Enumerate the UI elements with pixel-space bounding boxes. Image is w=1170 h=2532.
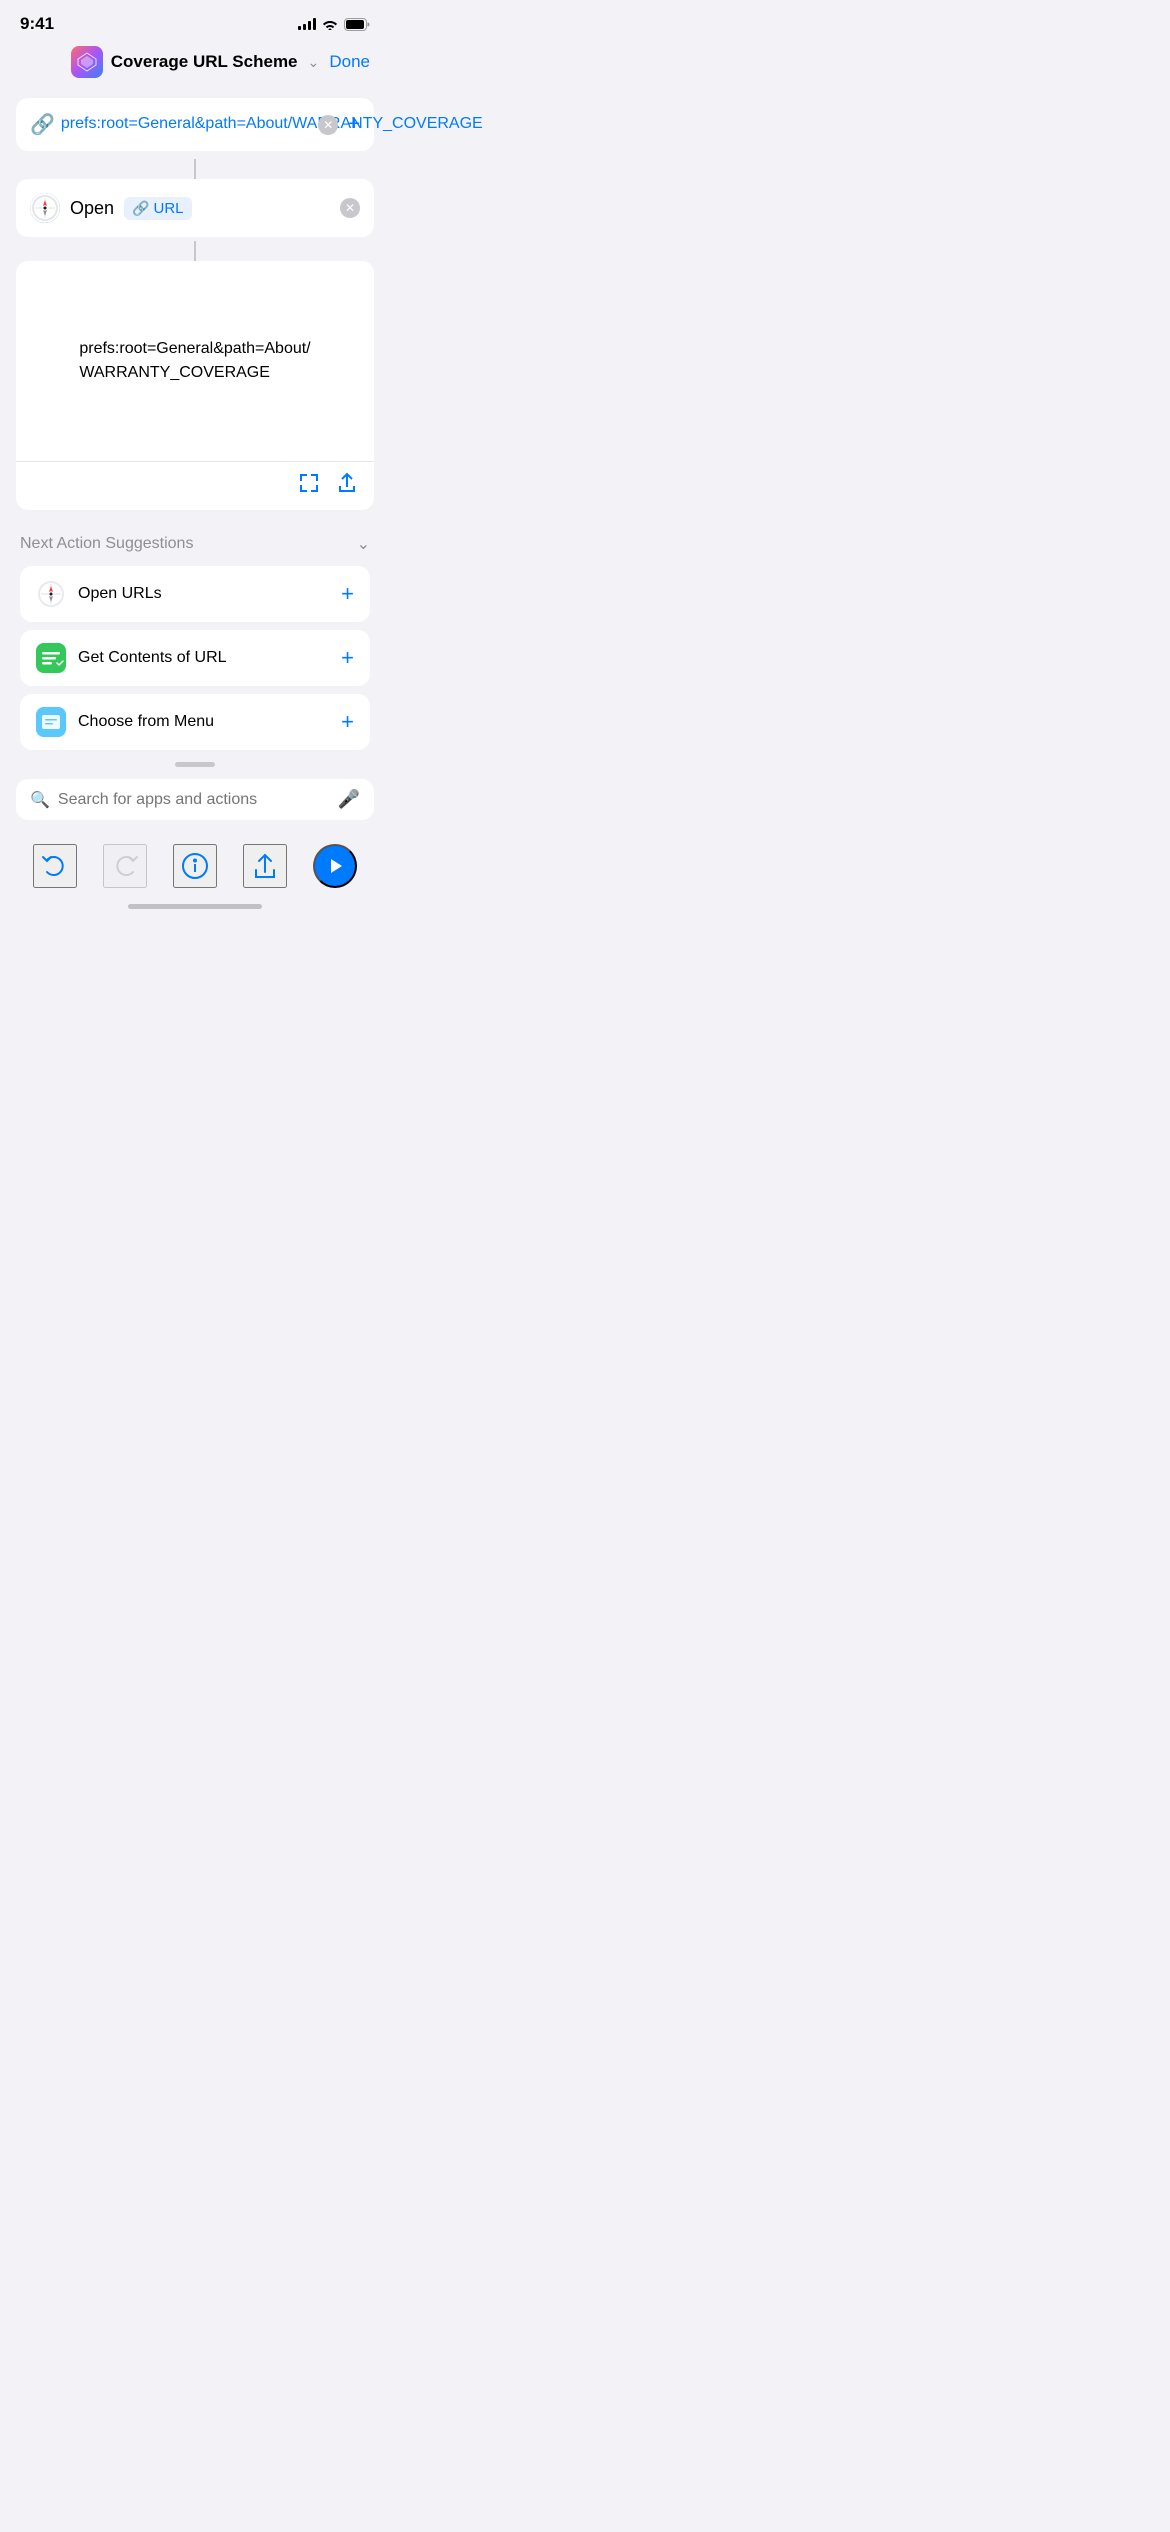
mic-icon[interactable]: 🎤 [338, 789, 360, 810]
info-button[interactable] [173, 844, 217, 888]
safari-icon [30, 193, 60, 223]
battery-icon [344, 18, 370, 31]
done-button[interactable]: Done [329, 52, 370, 72]
suggestion-label-get-contents: Get Contents of URL [78, 649, 329, 667]
search-icon: 🔍 [30, 790, 50, 810]
link-icon: 🔗 [30, 112, 55, 137]
suggestions-header: Next Action Suggestions ⌄ [20, 526, 370, 566]
home-indicator [128, 904, 262, 909]
search-input[interactable] [58, 791, 330, 809]
url-pill[interactable]: 🔗 URL [124, 197, 191, 220]
open-url-card: Open 🔗 URL ✕ [16, 179, 374, 237]
nav-title: Coverage URL Scheme [111, 52, 298, 72]
bottom-toolbar [0, 832, 390, 896]
expand-icon[interactable] [298, 472, 320, 500]
suggestion-label-choose-menu: Choose from Menu [78, 713, 329, 731]
url-pill-text: URL [153, 200, 183, 217]
suggestion-safari-icon [36, 579, 66, 609]
open-url-clear-button[interactable]: ✕ [340, 198, 360, 218]
url-add-button[interactable]: + [348, 113, 360, 136]
nav-title-group: Coverage URL Scheme ⌄ [71, 46, 320, 78]
undo-button[interactable] [33, 844, 77, 888]
signal-icon [298, 18, 316, 30]
open-label: Open [70, 198, 114, 219]
text-preview-body: prefs:root=General&path=About/WARRANTY_C… [16, 261, 374, 461]
url-text[interactable]: prefs:root=General&path=About/WARRANTY_C… [61, 113, 312, 135]
url-pill-link-icon: 🔗 [132, 200, 149, 217]
text-preview-content: prefs:root=General&path=About/WARRANTY_C… [79, 337, 310, 385]
suggestion-get-contents-icon [36, 643, 66, 673]
suggestion-item-get-contents[interactable]: Get Contents of URL + [20, 630, 370, 686]
suggestion-item-choose-menu[interactable]: Choose from Menu + [20, 694, 370, 750]
share-button[interactable] [243, 844, 287, 888]
suggestion-add-open-urls[interactable]: + [341, 581, 354, 607]
suggestion-add-choose-menu[interactable]: + [341, 709, 354, 735]
redo-button[interactable] [103, 844, 147, 888]
url-input-card: 🔗 prefs:root=General&path=About/WARRANTY… [16, 98, 374, 151]
play-button[interactable] [313, 844, 357, 888]
url-clear-button[interactable]: ✕ [318, 115, 338, 135]
connector-line [194, 159, 196, 179]
suggestions-title: Next Action Suggestions [20, 535, 193, 553]
text-preview-footer [16, 461, 374, 510]
status-bar: 9:41 [0, 0, 390, 42]
suggestion-label-open-urls: Open URLs [78, 585, 329, 603]
chevron-down-icon: ⌄ [308, 54, 320, 71]
text-preview-card: prefs:root=General&path=About/WARRANTY_C… [16, 261, 374, 510]
suggestion-item-open-urls[interactable]: Open URLs + [20, 566, 370, 622]
search-bar-wrapper: 🔍 🎤 [0, 779, 390, 832]
connector-line-2 [194, 241, 196, 261]
main-content: 🔗 prefs:root=General&path=About/WARRANTY… [0, 90, 390, 750]
scroll-handle [175, 762, 215, 767]
share-icon[interactable] [336, 472, 358, 500]
suggestions-chevron-icon[interactable]: ⌄ [357, 534, 370, 554]
app-icon [71, 46, 103, 78]
status-icons [298, 18, 370, 31]
suggestion-choose-menu-icon [36, 707, 66, 737]
status-time: 9:41 [20, 14, 54, 34]
shortcuts-icon [76, 51, 98, 73]
wifi-icon [322, 18, 338, 30]
nav-bar: Coverage URL Scheme ⌄ Done [0, 42, 390, 90]
search-bar[interactable]: 🔍 🎤 [16, 779, 374, 820]
suggestions-section: Next Action Suggestions ⌄ Open URLs + [16, 526, 374, 750]
suggestion-add-get-contents[interactable]: + [341, 645, 354, 671]
